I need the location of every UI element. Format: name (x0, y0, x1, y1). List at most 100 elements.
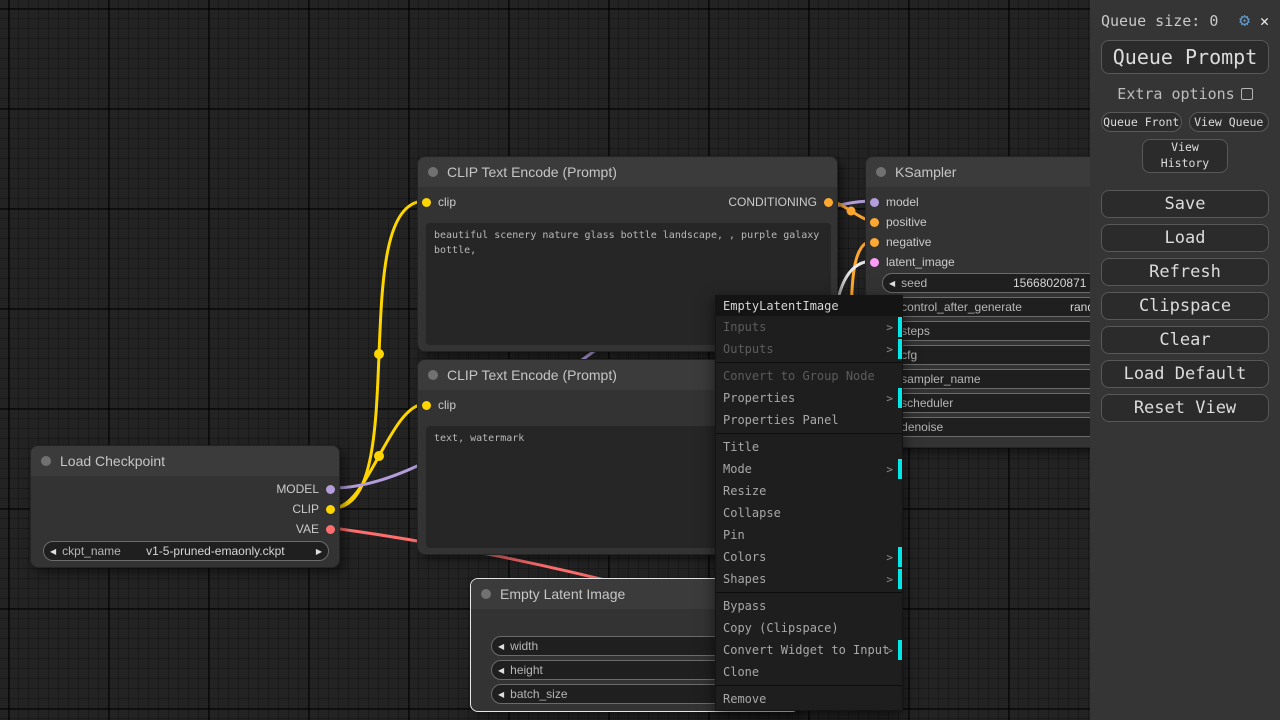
menu-item-properties-panel[interactable]: Properties Panel (716, 409, 902, 431)
port-dot-conditioning-icon[interactable] (824, 197, 833, 207)
menu-item-properties[interactable]: Properties > (716, 387, 902, 409)
submenu-arrow-icon: > (886, 391, 893, 405)
port-dot-clip-icon[interactable] (326, 504, 335, 514)
submenu-accent-bar (898, 547, 902, 567)
queue-size-row: Queue size: 0 ⚙ ✕ (1101, 10, 1269, 31)
decrement-arrow-icon[interactable]: ◀ (492, 690, 510, 699)
menu-item-resize[interactable]: Resize (716, 480, 902, 502)
port-dot-model-icon[interactable] (326, 484, 335, 494)
menu-item-remove[interactable]: Remove (716, 688, 902, 710)
wire-dot-clip-2[interactable] (374, 451, 384, 461)
input-port-clip[interactable]: clip (422, 398, 456, 412)
port-dot-clip-icon[interactable] (422, 400, 431, 410)
input-port-clip[interactable]: clip (422, 195, 456, 209)
menu-separator (716, 362, 902, 363)
load-button[interactable]: Load (1101, 224, 1269, 252)
decrement-arrow-icon[interactable]: ◀ (492, 666, 510, 675)
wire-dot-clip-1[interactable] (374, 349, 384, 359)
submenu-accent-bar (898, 640, 902, 660)
menu-item-outputs[interactable]: Outputs > (716, 338, 902, 360)
submenu-accent-bar (898, 339, 902, 359)
node-title: KSampler (895, 164, 957, 180)
wire-clip-to-positive-encode (332, 199, 426, 510)
port-dot-clip-icon[interactable] (422, 197, 431, 207)
node-status-dot-icon (876, 167, 886, 177)
view-queue-button[interactable]: View Queue (1188, 112, 1269, 132)
submenu-arrow-icon: > (886, 342, 893, 356)
port-dot-latent-icon[interactable] (870, 257, 879, 267)
context-menu: EmptyLatentImage Inputs > Outputs > Conv… (715, 295, 903, 711)
wire-clip-to-negative-encode (332, 402, 426, 510)
extra-options-label: Extra options (1117, 85, 1235, 103)
extra-options-checkbox[interactable] (1240, 88, 1253, 100)
refresh-button[interactable]: Refresh (1101, 258, 1269, 286)
menu-item-title[interactable]: Title (716, 436, 902, 458)
node-title: Load Checkpoint (60, 453, 166, 469)
submenu-arrow-icon: > (886, 320, 893, 334)
load-default-button[interactable]: Load Default (1101, 360, 1269, 388)
queue-size-text: Queue size: 0 (1101, 11, 1219, 30)
main-menu-panel: Queue size: 0 ⚙ ✕ Queue Prompt Extra opt… (1090, 0, 1280, 720)
port-dot-conditioning-icon[interactable] (870, 237, 879, 247)
submenu-arrow-icon: > (886, 572, 893, 586)
menu-item-copy-clipspace[interactable]: Copy (Clipspace) (716, 617, 902, 639)
extra-options-row: Extra options (1101, 85, 1269, 103)
wire-dot-conditioning[interactable] (846, 206, 856, 216)
menu-item-convert-widget-to-input[interactable]: Convert Widget to Input > (716, 639, 902, 661)
previous-arrow-icon[interactable]: ◀ (44, 547, 62, 556)
menu-separator (716, 685, 902, 686)
submenu-accent-bar (898, 388, 902, 408)
widget-value: 15668020871 (1013, 276, 1087, 290)
queue-front-button[interactable]: Queue Front (1101, 112, 1182, 132)
submenu-accent-bar (898, 459, 902, 479)
node-load-checkpoint[interactable]: Load Checkpoint MODEL CLIP VAE ◀ ckpt_na… (30, 445, 340, 568)
close-icon[interactable]: ✕ (1260, 12, 1269, 30)
submenu-arrow-icon: > (886, 643, 893, 657)
decrement-arrow-icon[interactable]: ◀ (883, 279, 901, 288)
node-header[interactable]: Load Checkpoint (31, 446, 339, 476)
submenu-arrow-icon: > (886, 550, 893, 564)
port-dot-conditioning-icon[interactable] (870, 217, 879, 227)
node-title: CLIP Text Encode (Prompt) (447, 367, 617, 383)
input-port-negative[interactable]: negative (870, 235, 931, 249)
submenu-arrow-icon: > (886, 462, 893, 476)
menu-item-bypass[interactable]: Bypass (716, 595, 902, 617)
reset-view-button[interactable]: Reset View (1101, 394, 1269, 422)
node-status-dot-icon (41, 456, 51, 466)
context-menu-title: EmptyLatentImage (716, 296, 902, 316)
save-button[interactable]: Save (1101, 190, 1269, 218)
menu-item-pin[interactable]: Pin (716, 524, 902, 546)
port-dot-vae-icon[interactable] (326, 524, 335, 534)
port-dot-model-icon[interactable] (870, 197, 879, 207)
menu-separator (716, 592, 902, 593)
output-port-clip[interactable]: CLIP (292, 502, 335, 516)
next-arrow-icon[interactable]: ▶ (310, 547, 328, 556)
output-port-model[interactable]: MODEL (276, 482, 335, 496)
menu-item-collapse[interactable]: Collapse (716, 502, 902, 524)
node-header[interactable]: CLIP Text Encode (Prompt) (418, 157, 837, 187)
menu-item-shapes[interactable]: Shapes > (716, 568, 902, 590)
input-port-model[interactable]: model (870, 195, 919, 209)
submenu-accent-bar (898, 317, 902, 337)
output-port-conditioning[interactable]: CONDITIONING (728, 195, 833, 209)
input-port-latent-image[interactable]: latent_image (870, 255, 955, 269)
widget-ckpt-name[interactable]: ◀ ckpt_name v1-5-pruned-emaonly.ckpt ▶ (43, 541, 329, 561)
submenu-accent-bar (898, 569, 902, 589)
menu-item-mode[interactable]: Mode > (716, 458, 902, 480)
output-port-vae[interactable]: VAE (296, 522, 335, 536)
comfyui-app: CLIP Text Encode (Prompt) clip CONDITION… (0, 0, 1280, 720)
menu-separator (716, 433, 902, 434)
input-port-positive[interactable]: positive (870, 215, 927, 229)
node-title: CLIP Text Encode (Prompt) (447, 164, 617, 180)
menu-item-inputs[interactable]: Inputs > (716, 316, 902, 338)
clear-button[interactable]: Clear (1101, 326, 1269, 354)
queue-prompt-button[interactable]: Queue Prompt (1101, 40, 1269, 74)
clipspace-button[interactable]: Clipspace (1101, 292, 1269, 320)
menu-item-colors[interactable]: Colors > (716, 546, 902, 568)
menu-item-clone[interactable]: Clone (716, 661, 902, 683)
settings-gear-icon[interactable]: ⚙ (1239, 10, 1250, 31)
menu-item-convert-to-group-node[interactable]: Convert to Group Node (716, 365, 902, 387)
queue-size-count: 0 (1209, 11, 1219, 30)
decrement-arrow-icon[interactable]: ◀ (492, 642, 510, 651)
view-history-button[interactable]: View History (1142, 139, 1228, 173)
